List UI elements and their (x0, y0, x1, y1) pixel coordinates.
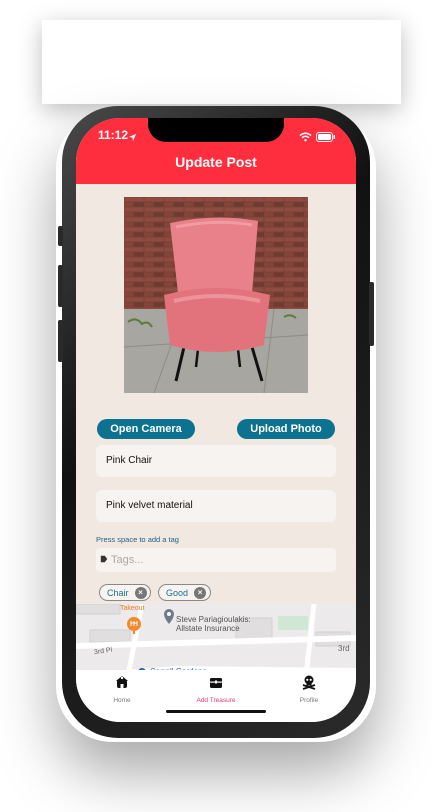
map-label-takeout: Takeout (120, 605, 145, 612)
treasure-chest-icon (208, 677, 224, 694)
volume-down-button (58, 320, 63, 362)
location-arrow-icon (128, 129, 137, 147)
volume-up-button (58, 265, 63, 307)
map-label-place-line1: Steve Pariagioulakis: (176, 615, 251, 624)
tag-chip-label: Good (166, 587, 189, 598)
notch (148, 118, 284, 142)
map-label-place-line2: Allstate Insurance (176, 624, 240, 633)
app-screen: 11:12 Update Post Open Camera Upload Pho… (76, 118, 356, 722)
wifi-icon (299, 129, 312, 147)
bottom-tab-bar: Home Add Treasure Profile (76, 670, 356, 722)
tab-home[interactable]: Home (87, 674, 157, 704)
post-photo (124, 197, 308, 393)
open-camera-button[interactable]: Open Camera (97, 419, 195, 439)
upload-photo-button[interactable]: Upload Photo (237, 419, 335, 439)
skull-crossbones-icon (301, 675, 317, 694)
app-header: 11:12 Update Post (76, 118, 356, 184)
top-card (42, 20, 401, 104)
tab-profile[interactable]: Profile (274, 674, 344, 704)
tags-placeholder: Tags... (111, 554, 144, 566)
tab-add-treasure[interactable]: Add Treasure (181, 674, 251, 704)
tag-chip: Chair × (99, 584, 151, 601)
page-title: Update Post (175, 154, 257, 170)
tab-label: Home (113, 697, 131, 704)
remove-tag-icon[interactable]: × (134, 586, 147, 599)
home-icon (114, 676, 130, 694)
silent-switch (58, 226, 63, 246)
location-map[interactable]: Takeout Steve Pariagioulakis: Allstate I… (76, 604, 356, 676)
tag-icon (100, 554, 108, 566)
tags-input[interactable]: Tags... (96, 548, 336, 572)
title-field[interactable]: Pink Chair (96, 445, 336, 477)
map-label-street: 3rd (338, 644, 350, 653)
remove-tag-icon[interactable]: × (194, 586, 207, 599)
tag-chip-label: Chair (107, 587, 129, 598)
description-field[interactable]: Pink velvet material (96, 490, 336, 522)
tab-label: Add Treasure (196, 697, 236, 704)
battery-icon (316, 129, 336, 147)
tags-hint: Press space to add a tag (96, 535, 179, 544)
status-time: 11:12 (98, 128, 129, 142)
tag-chip: Good × (158, 584, 211, 601)
power-button (369, 282, 374, 346)
tab-label: Profile (299, 697, 319, 704)
home-indicator (166, 710, 266, 713)
map-label-place: Steve Pariagioulakis: Allstate Insurance (176, 615, 251, 633)
